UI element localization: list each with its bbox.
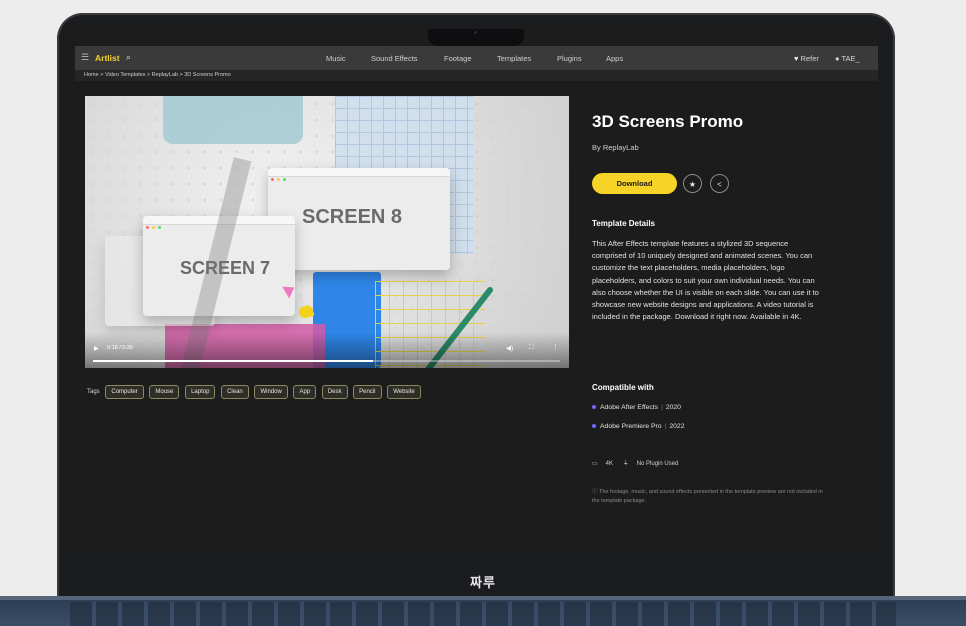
tags-label: Tags [87, 389, 100, 395]
tag-app[interactable]: App [293, 385, 317, 399]
download-button[interactable]: Download [592, 173, 677, 194]
details-heading: Template Details [592, 219, 655, 228]
compatible-year: 2020 [665, 404, 681, 411]
tag-window[interactable]: Window [254, 385, 288, 399]
volume-icon[interactable]: ◀) [506, 344, 513, 352]
nav-music[interactable]: Music [326, 54, 346, 63]
tag-website[interactable]: Website [387, 385, 421, 399]
nav-sound-effects[interactable]: Sound Effects [371, 54, 418, 63]
bullet-dot-icon [592, 405, 596, 410]
window-titlebar [268, 168, 450, 181]
tags-row: Tags Computer Mouse Laptop Clean Window … [87, 385, 425, 399]
info-icon: ⓘ [592, 489, 598, 495]
resolution-text: 4K [605, 461, 614, 467]
compatible-item-after-effects: Adobe After Effects | 2020 [592, 404, 681, 411]
nav-plugins[interactable]: Plugins [557, 54, 582, 63]
compatible-app: Adobe After Effects [600, 404, 659, 411]
share-icon[interactable]: < [710, 174, 729, 193]
bullet-dot-icon [592, 424, 596, 429]
user-menu[interactable]: ● TAE_ [835, 54, 860, 63]
video-progress-bar[interactable] [93, 360, 560, 362]
laptop-keyboard [0, 596, 966, 626]
more-options-icon[interactable]: ⋮ [552, 343, 559, 351]
keyboard-edge [0, 596, 966, 600]
monitor-icon: ▭ [592, 461, 598, 467]
compatible-heading: Compatible with [592, 383, 654, 392]
tag-desk[interactable]: Desk [321, 385, 348, 399]
template-meta: ▭ 4K ⏚ No Plugin Used [592, 458, 686, 467]
glass-panel [163, 96, 303, 144]
template-description: This After Effects template features a s… [592, 239, 819, 322]
user-label: TAE_ [841, 54, 860, 63]
refer-link[interactable]: ♥ Refer [794, 54, 819, 63]
tag-laptop[interactable]: Laptop [185, 385, 216, 399]
nav-apps[interactable]: Apps [606, 54, 623, 63]
video-player[interactable]: SCREEN 8 SCREEN 7 ▶ 0:18 / 0:30 ◀) ⛶ ⋮ [85, 96, 569, 368]
compatible-app: Adobe Premiere Pro [600, 423, 662, 430]
plug-icon: ⏚ [622, 461, 629, 467]
tag-computer[interactable]: Computer [105, 385, 144, 399]
plugin-text: No Plugin Used [636, 461, 679, 467]
template-title: 3D Screens Promo [592, 112, 744, 131]
hamburger-menu-icon[interactable]: ☰ [81, 52, 89, 63]
heart-icon: ♥ [794, 54, 799, 63]
nav-templates[interactable]: Templates [497, 54, 531, 63]
fullscreen-icon[interactable]: ⛶ [529, 344, 534, 352]
template-disclaimer: ⓘ The footage, music, and sound effects … [592, 488, 824, 505]
disclaimer-text: The footage, music, and sound effects pr… [592, 489, 823, 504]
laptop-brand-label: 짜루 [470, 575, 496, 590]
tag-pencil[interactable]: Pencil [353, 385, 382, 399]
video-controls: ▶ 0:18 / 0:30 ◀) ⛶ ⋮ [85, 332, 569, 368]
template-author[interactable]: By ReplayLab [592, 143, 639, 152]
refer-label: Refer [800, 54, 819, 63]
nav-footage[interactable]: Footage [444, 54, 472, 63]
app-screen: ☰ Artlist ⌕ Music Sound Effects Footage … [75, 29, 878, 551]
compatible-year: 2022 [669, 423, 685, 430]
video-progress-fill [93, 360, 374, 362]
artlist-logo[interactable]: Artlist [95, 53, 120, 63]
camera-icon [474, 31, 477, 34]
play-icon[interactable]: ▶ [94, 345, 99, 352]
keyboard-keys [70, 602, 896, 626]
video-time: 0:18 / 0:30 [107, 345, 133, 351]
screen-window-front: SCREEN 8 [268, 168, 450, 270]
screen-label: SCREEN 8 [302, 206, 403, 228]
user-icon: ● [835, 54, 840, 63]
breadcrumb[interactable]: Home > Video Templates > ReplayLab > 3D … [84, 72, 231, 78]
compatible-item-premiere-pro: Adobe Premiere Pro | 2022 [592, 423, 684, 430]
tag-mouse[interactable]: Mouse [149, 385, 180, 399]
search-icon[interactable]: ⌕ [126, 52, 131, 63]
favorite-star-icon[interactable]: ★ [683, 174, 702, 193]
tag-clean[interactable]: Clean [221, 385, 249, 399]
top-navbar: ☰ Artlist ⌕ Music Sound Effects Footage … [75, 46, 878, 70]
